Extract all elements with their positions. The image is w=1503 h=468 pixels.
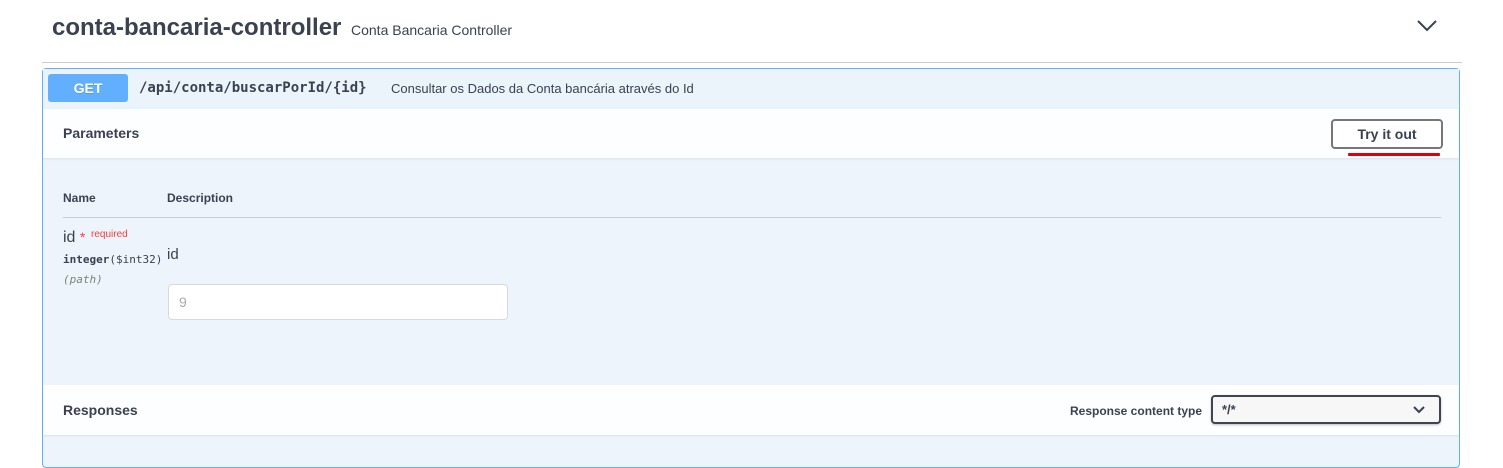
operation-summary[interactable]: GET /api/conta/buscarPorId/{id} Consulta…: [43, 69, 1459, 109]
column-header-name: Name: [63, 191, 96, 205]
method-badge: GET: [48, 74, 128, 102]
table-header-divider: [63, 217, 1441, 218]
response-content-type-value: */*: [1222, 402, 1236, 417]
parameters-header: Parameters Try it out: [43, 108, 1459, 158]
id-input[interactable]: [168, 284, 508, 320]
operation-path: /api/conta/buscarPorId/{id}: [139, 80, 367, 96]
highlight-underline: [1348, 153, 1440, 156]
try-it-out-button[interactable]: Try it out: [1331, 119, 1443, 149]
parameter-location: (path): [63, 273, 103, 286]
parameters-title: Parameters: [63, 125, 140, 141]
tag-description: Conta Bancaria Controller: [351, 22, 513, 38]
response-content-type-label: Response content type: [1070, 404, 1203, 418]
parameter-description: id: [167, 246, 179, 263]
operation-summary-text: Consultar os Dados da Conta bancária atr…: [391, 81, 694, 96]
column-header-description: Description: [167, 191, 234, 205]
responses-header: Responses Response content type */*: [43, 385, 1459, 435]
tag-header[interactable]: conta-bancaria-controller Conta Bancaria…: [42, 0, 1462, 63]
responses-title: Responses: [63, 402, 138, 418]
chevron-down-icon[interactable]: [1416, 17, 1438, 33]
chevron-down-icon: [1413, 406, 1425, 414]
tag-title: conta-bancaria-controller: [52, 14, 342, 41]
parameter-name: id *: [63, 229, 86, 246]
required-label: required: [91, 229, 128, 240]
response-content-type-select[interactable]: */*: [1211, 395, 1441, 424]
operation-block: GET /api/conta/buscarPorId/{id} Consulta…: [42, 68, 1460, 468]
parameter-type: integer($int32): [63, 253, 163, 266]
required-star: *: [79, 229, 86, 245]
